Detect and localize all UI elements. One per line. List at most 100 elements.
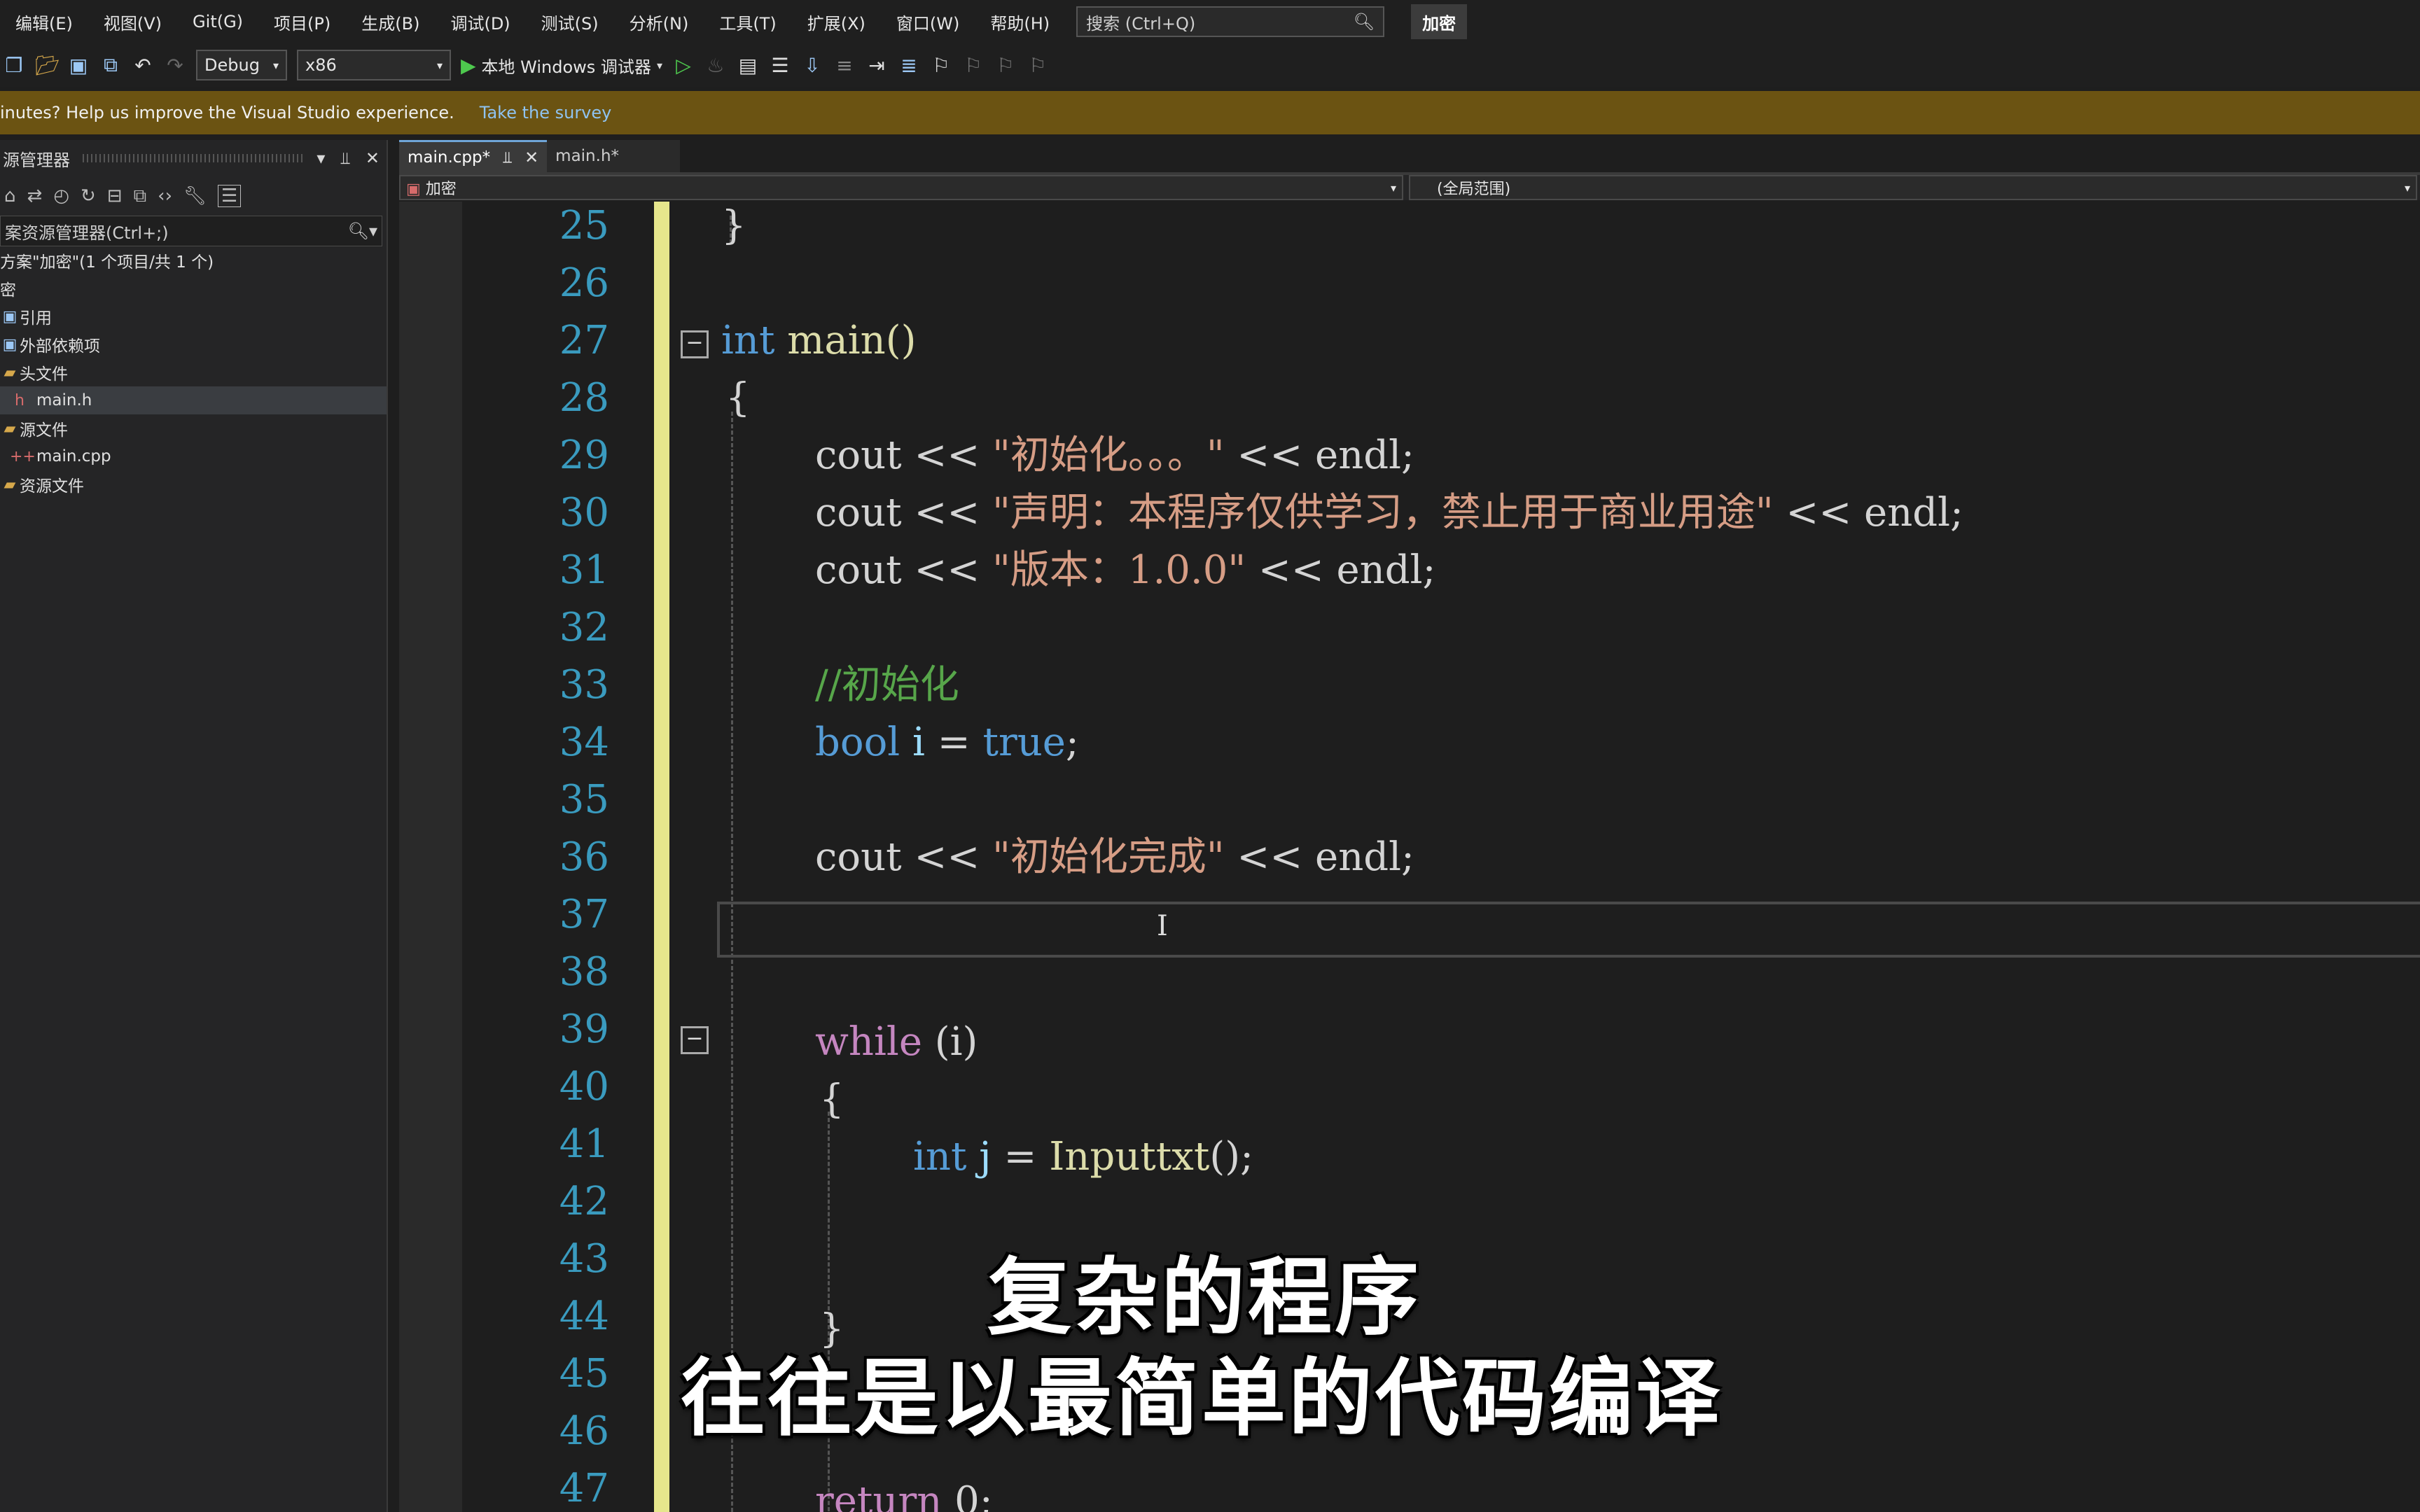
clear-bookmarks-icon[interactable]: ⚐	[1027, 54, 1049, 77]
menu-project[interactable]: 项目(P)	[258, 10, 346, 34]
code-line-40: {	[819, 1077, 844, 1122]
line-number: 28	[559, 375, 609, 421]
chevron-down-icon: ▾	[272, 58, 279, 72]
tab-main-h[interactable]: main.h*	[547, 140, 681, 172]
drag-handle[interactable]	[83, 154, 305, 162]
tree-item-resource-files[interactable]: ▰ 资源文件	[0, 470, 387, 498]
undo-icon[interactable]: ↶	[132, 54, 154, 77]
layout-icon[interactable]: ☰	[769, 54, 791, 77]
pending-changes-icon[interactable]: ◴	[53, 186, 69, 206]
subtitle-line-2: 往往是以最简单的代码编译	[681, 1350, 1723, 1448]
line-number: 36	[559, 834, 609, 880]
menu-view[interactable]: 视图(V)	[88, 10, 177, 34]
menu-window[interactable]: 窗口(W)	[881, 10, 975, 34]
tree-item-header-files[interactable]: ▰ 头文件	[0, 358, 387, 386]
line-number: 37	[559, 892, 609, 937]
line-number: 25	[559, 203, 609, 248]
line-number: 41	[559, 1121, 609, 1167]
redo-icon[interactable]: ↷	[164, 54, 186, 77]
menu-edit[interactable]: 编辑(E)	[0, 10, 88, 34]
chevron-down-icon: ▾	[2404, 181, 2410, 195]
code-line-39: while (i)	[815, 1019, 978, 1065]
start-without-debugging-icon[interactable]: ▷	[672, 54, 695, 77]
step-icon[interactable]: ⇩	[801, 54, 823, 77]
menu-test[interactable]: 测试(S)	[526, 10, 614, 34]
wrench-icon[interactable]: 🔧︎	[183, 186, 207, 206]
solution-search-input[interactable]: 案资源管理器(Ctrl+;) 🔍︎▾	[0, 216, 382, 246]
collapse-icon[interactable]: −	[681, 330, 709, 358]
menu-analyze[interactable]: 分析(N)	[614, 10, 704, 34]
switch-views-icon[interactable]: ⇄	[27, 186, 43, 206]
collapse-all-icon[interactable]: ⊟	[107, 186, 123, 206]
dependencies-icon: ▣	[2, 335, 18, 354]
hot-reload-icon[interactable]: ♨	[704, 54, 727, 77]
start-debugging-button[interactable]: ▶ 本地 Windows 调试器 ▾	[461, 53, 662, 78]
tree-item-main-h[interactable]: h main.h	[0, 386, 387, 414]
line-number: 31	[559, 547, 609, 593]
code-line-29: cout << "初始化。。。" << endl;	[815, 433, 1414, 478]
chevron-down-icon: ▾	[436, 58, 443, 72]
line-number: 42	[559, 1179, 609, 1224]
preview-icon[interactable]: ☰	[217, 185, 242, 207]
tab-main-cpp[interactable]: main.cpp* ⫫ ✕	[399, 140, 548, 172]
menu-git[interactable]: Git(G)	[177, 12, 258, 31]
code-line-28: {	[725, 375, 751, 421]
platform-select[interactable]: x86 ▾	[297, 50, 451, 80]
close-icon[interactable]: ✕	[524, 148, 538, 167]
tree-item-external-deps[interactable]: ▣ 外部依赖项	[0, 330, 387, 358]
tree-item-project[interactable]: 密	[0, 274, 387, 302]
line-number: 34	[559, 720, 609, 765]
indent-icon[interactable]: ⇥	[865, 54, 888, 77]
prev-bookmark-icon[interactable]: ⚐	[962, 54, 985, 77]
code-line-30: cout << "声明：本程序仅供学习，禁止用于商业用途" << endl;	[815, 490, 1963, 536]
refresh-icon[interactable]: ↻	[81, 186, 96, 206]
solution-search-placeholder: 案资源管理器(Ctrl+;)	[5, 223, 169, 243]
line-number: 39	[559, 1007, 609, 1052]
project-icon: ▣	[406, 181, 421, 198]
menu-tools[interactable]: 工具(T)	[704, 10, 791, 34]
comment-icon[interactable]: ≣	[898, 54, 920, 77]
menu-bar: 编辑(E) 视图(V) Git(G) 项目(P) 生成(B) 调试(D) 测试(…	[0, 0, 2420, 43]
pin-icon[interactable]: ⫫	[340, 148, 350, 168]
bookmark-icon[interactable]: ⚐	[930, 54, 952, 77]
line-number: 43	[559, 1236, 609, 1282]
menu-extensions[interactable]: 扩展(X)	[792, 10, 881, 34]
survey-message: inutes? Help us improve the Visual Studi…	[0, 103, 454, 122]
references-icon: ▣	[2, 307, 18, 326]
code-line-47: return 0;	[815, 1478, 993, 1512]
scope-dropdown[interactable]: (全局范围) ▾	[1409, 175, 2417, 200]
collapse-icon[interactable]: −	[681, 1026, 709, 1054]
tree-item-label: 资源文件	[20, 477, 84, 496]
project-dropdown[interactable]: ▣ 加密 ▾	[399, 175, 1403, 200]
solution-explorer: 源管理器 ▾ ⫫ ✕ ⌂ ⇄ ◴ ↻ ⊟ ⧉ ‹› 🔧︎ ☰ 案资源管理器(Ct…	[0, 140, 388, 1512]
platform-value: x86	[305, 55, 337, 75]
open-folder-icon[interactable]: 📂︎	[35, 54, 60, 77]
tree-item-solution[interactable]: 方案"加密"(1 个项目/共 1 个)	[0, 246, 387, 274]
tree-item-label: 引用	[20, 309, 52, 328]
tree-item-main-cpp[interactable]: ++ main.cpp	[0, 442, 387, 470]
code-line-36: cout << "初始化完成" << endl;	[815, 834, 1414, 880]
search-icon: 🔍︎	[1353, 12, 1375, 31]
config-select[interactable]: Debug ▾	[196, 50, 287, 80]
menu-build[interactable]: 生成(B)	[346, 10, 435, 34]
survey-link[interactable]: Take the survey	[480, 103, 612, 122]
chevron-down-icon[interactable]: ▾	[317, 148, 325, 168]
indicator-margin	[399, 202, 462, 1512]
show-all-files-icon[interactable]: ⧉	[134, 186, 147, 207]
camera-icon[interactable]: ▤	[737, 54, 759, 77]
code-icon[interactable]: ‹›	[158, 186, 172, 206]
home-icon[interactable]: ⌂	[4, 186, 16, 206]
pin-icon[interactable]: ⫫	[503, 148, 512, 167]
new-project-icon[interactable]: ❐	[3, 54, 25, 77]
tree-item-source-files[interactable]: ▰ 源文件	[0, 414, 387, 442]
menu-debug[interactable]: 调试(D)	[435, 10, 525, 34]
next-bookmark-icon[interactable]: ⚐	[994, 54, 1017, 77]
format-icon[interactable]: ≡	[833, 54, 856, 77]
search-input[interactable]: 搜索 (Ctrl+Q) 🔍︎	[1076, 6, 1385, 37]
save-icon[interactable]: ▣	[67, 54, 90, 77]
close-icon[interactable]: ✕	[366, 148, 380, 168]
text-cursor-icon: I	[1157, 910, 1168, 942]
menu-help[interactable]: 帮助(H)	[975, 10, 1065, 34]
save-all-icon[interactable]: ⧉	[99, 53, 122, 77]
tree-item-references[interactable]: ▣ 引用	[0, 302, 387, 330]
